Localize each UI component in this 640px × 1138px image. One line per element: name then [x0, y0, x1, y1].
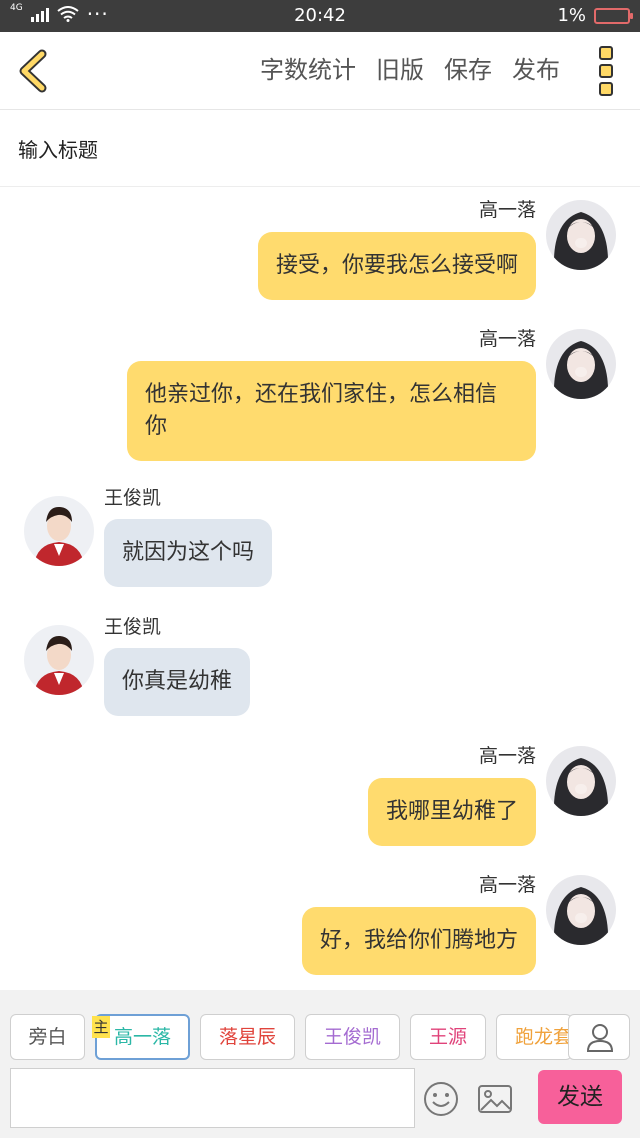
speaker-name: 王俊凯 — [104, 616, 162, 638]
top-toolbar: 字数统计 旧版 保存 发布 — [0, 32, 640, 110]
message-bubble: 你真是幼稚 — [104, 648, 251, 716]
avatar-boy-icon — [24, 625, 94, 695]
old-version-button[interactable]: 旧版 — [376, 54, 424, 86]
speaker-name: 高一落 — [478, 745, 536, 767]
message-bubble: 接受，你要我怎么接受啊 — [257, 232, 536, 300]
chat-area: 高一落 接受，你要我怎么接受啊 高一落 他亲过你，还在我们家住，怎么相信你 王俊… — [0, 188, 640, 990]
publish-button[interactable]: 发布 — [512, 54, 560, 86]
chat-message: 高一落 我哪里幼稚了 — [0, 734, 640, 854]
avatar[interactable] — [24, 496, 94, 566]
header-actions: 字数统计 旧版 保存 发布 — [260, 54, 560, 86]
chat-message: 高一落 接受，你要我怎么接受啊 — [0, 188, 640, 308]
back-button[interactable] — [14, 48, 54, 94]
chat-message: 高一落 好，我给你们腾地方 — [0, 863, 640, 983]
avatar-boy-icon — [24, 496, 94, 566]
chat-message: 王俊凯 就因为这个吗 — [0, 486, 640, 596]
image-button[interactable] — [476, 1080, 514, 1118]
avatar-girl-icon — [546, 875, 616, 945]
main-role-badge: 主 — [92, 1016, 110, 1038]
status-right: 1% — [557, 5, 633, 26]
title-field[interactable]: 输入标题 — [0, 111, 640, 187]
menu-dot-icon — [599, 82, 613, 96]
message-bubble: 就因为这个吗 — [104, 519, 273, 587]
message-input[interactable] — [10, 1068, 415, 1128]
send-button[interactable]: 发送 — [538, 1070, 622, 1124]
emoji-button[interactable] — [422, 1080, 460, 1118]
role-selector-panel: 旁白 高一落 主 落星辰 王俊凯 王源 跑龙套 发送 — [0, 990, 640, 1138]
avatar-girl-icon — [546, 200, 616, 270]
avatar-girl-icon — [546, 746, 616, 816]
clock: 20:42 — [294, 5, 346, 26]
role-luoxingchen-button[interactable]: 落星辰 — [200, 1014, 295, 1060]
menu-dot-icon — [599, 64, 613, 78]
avatar[interactable] — [546, 746, 616, 816]
role-narrator-button[interactable]: 旁白 — [10, 1014, 85, 1060]
save-button[interactable]: 保存 — [444, 54, 492, 86]
role-wangyuan-button[interactable]: 王源 — [410, 1014, 486, 1060]
speaker-name: 高一落 — [478, 874, 536, 896]
more-menu-button[interactable] — [596, 46, 616, 96]
battery-percent: 1% — [557, 5, 586, 26]
chevron-left-icon — [19, 49, 47, 93]
battery-icon — [594, 8, 633, 24]
role-extra-button[interactable]: 跑龙套 — [496, 1014, 572, 1060]
speaker-name: 高一落 — [478, 199, 536, 221]
image-icon — [478, 1085, 512, 1113]
user-icon — [586, 1024, 614, 1052]
avatar[interactable] — [546, 875, 616, 945]
chat-message: 高一落 他亲过你，还在我们家住，怎么相信你 — [0, 317, 640, 467]
menu-dot-icon — [599, 46, 613, 60]
message-bubble: 他亲过你，还在我们家住，怎么相信你 — [127, 361, 536, 461]
avatar-girl-icon — [546, 329, 616, 399]
add-role-button[interactable] — [568, 1014, 630, 1060]
message-bubble: 我哪里幼稚了 — [367, 778, 536, 846]
speaker-name: 高一落 — [478, 328, 536, 350]
avatar[interactable] — [546, 200, 616, 270]
speaker-name: 王俊凯 — [104, 487, 162, 509]
title-placeholder: 输入标题 — [18, 138, 98, 162]
avatar[interactable] — [546, 329, 616, 399]
avatar[interactable] — [24, 625, 94, 695]
message-bubble: 好，我给你们腾地方 — [301, 907, 536, 975]
smiley-icon — [424, 1082, 458, 1116]
role-wangjunkai-button[interactable]: 王俊凯 — [305, 1014, 400, 1060]
word-count-button[interactable]: 字数统计 — [260, 54, 356, 86]
status-bar: 4G ··· 20:42 1% — [0, 0, 640, 32]
chat-message: 王俊凯 你真是幼稚 — [0, 615, 640, 725]
